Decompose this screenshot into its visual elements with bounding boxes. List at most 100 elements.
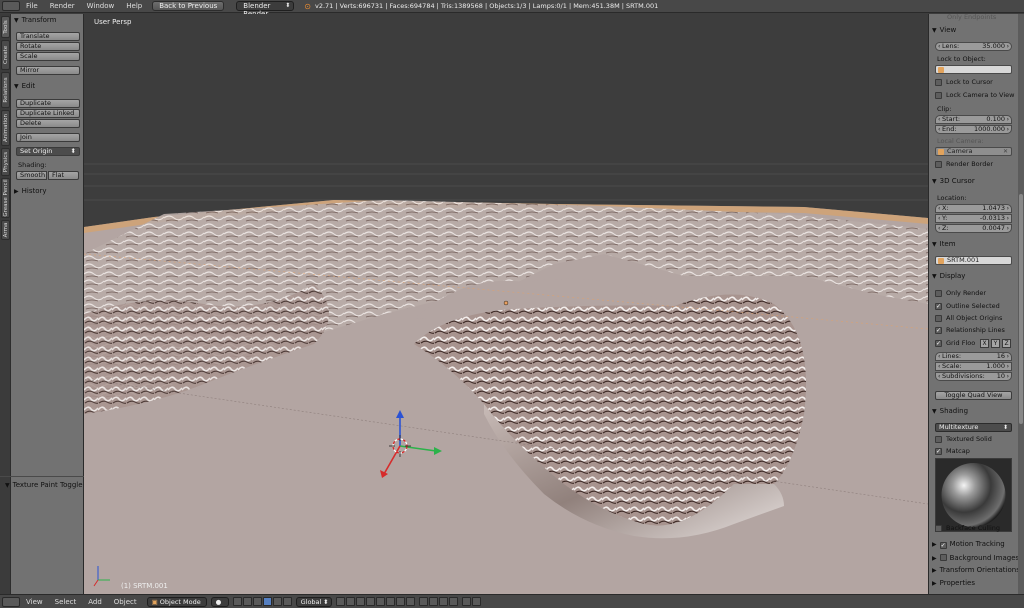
- all-object-origins-checkbox[interactable]: [935, 315, 942, 322]
- transform-orientations-header[interactable]: ▶ Transform Orientations: [932, 566, 1020, 574]
- backface-culling-checkbox[interactable]: [935, 525, 942, 532]
- flat-button[interactable]: Flat: [48, 171, 79, 180]
- history-panel-header[interactable]: ▶ History: [14, 187, 47, 195]
- render-engine-select[interactable]: Blender Render⬍: [236, 1, 295, 18]
- menu-add[interactable]: Add: [82, 598, 108, 606]
- motion-tracking-header[interactable]: ▶ ✓ Motion Tracking: [932, 540, 1016, 549]
- manipulator-toggle-icon[interactable]: [252, 597, 262, 606]
- interaction-mode-select[interactable]: ▣ Object Mode: [146, 596, 207, 607]
- lock-object-field[interactable]: [935, 65, 1012, 74]
- layer-1-icon[interactable]: [335, 597, 345, 606]
- layer-6-icon[interactable]: [385, 597, 395, 606]
- display-panel-header[interactable]: ▼ Display: [932, 272, 1016, 280]
- tab-animation[interactable]: Animation: [1, 110, 10, 146]
- grid-subdivisions-field[interactable]: ‹ Subdivisions: 10 ›: [935, 372, 1012, 381]
- tab-tools[interactable]: Tools: [1, 16, 10, 38]
- menu-help[interactable]: Help: [120, 2, 148, 10]
- view-panel-header[interactable]: ▼ View: [932, 26, 1016, 34]
- matcap-preview[interactable]: [935, 458, 1012, 532]
- back-to-previous-button[interactable]: Back to Previous: [152, 1, 225, 11]
- axis-y-toggle[interactable]: Y: [991, 339, 1000, 348]
- translate-button[interactable]: Translate: [16, 32, 80, 41]
- layer-2-icon[interactable]: [345, 597, 355, 606]
- operator-panel-header[interactable]: ▼ Texture Paint Toggle: [5, 481, 83, 489]
- layer-3-icon[interactable]: [355, 597, 365, 606]
- background-images-checkbox[interactable]: [939, 554, 947, 561]
- snap-element-icon[interactable]: [448, 597, 458, 606]
- menu-view[interactable]: View: [20, 598, 49, 606]
- render-border-checkbox[interactable]: [935, 161, 942, 168]
- edit-panel-header[interactable]: ▼ Edit: [14, 82, 35, 90]
- pivot-point-icon[interactable]: [232, 597, 242, 606]
- toggle-quad-view-button[interactable]: Toggle Quad View: [935, 391, 1012, 400]
- axis-x-toggle[interactable]: X: [980, 339, 989, 348]
- layer-7-icon[interactable]: [395, 597, 405, 606]
- menu-object[interactable]: Object: [108, 598, 143, 606]
- tab-armature[interactable]: Arma: [1, 220, 10, 240]
- menu-render[interactable]: Render: [44, 2, 81, 10]
- scrollbar-thumb[interactable]: [1019, 194, 1023, 424]
- layer-4-icon[interactable]: [365, 597, 375, 606]
- background-images-header[interactable]: ▶ Background Images: [932, 553, 1019, 562]
- clip-end-field[interactable]: ‹ End: 1000.000 ›: [935, 125, 1012, 134]
- lock-to-cursor-checkbox[interactable]: [935, 79, 942, 86]
- tab-grease-pencil[interactable]: Grease Pencil: [1, 178, 10, 218]
- axis-z-toggle[interactable]: Z: [1002, 339, 1011, 348]
- menu-select[interactable]: Select: [49, 598, 83, 606]
- cursor-x-field[interactable]: ‹ X: 1.0473 ›: [935, 204, 1012, 213]
- 3d-viewport[interactable]: User Persp (1) SRTM.001: [84, 14, 928, 594]
- viewport-shading-select[interactable]: ●: [210, 596, 229, 607]
- only-render-checkbox[interactable]: [935, 290, 942, 297]
- render-still-icon[interactable]: [461, 597, 471, 606]
- grid-floor-checkbox[interactable]: ✓: [935, 340, 942, 347]
- delete-button[interactable]: Delete: [16, 119, 80, 128]
- local-camera-field[interactable]: Camera ✕: [935, 147, 1012, 156]
- lens-field[interactable]: ‹ Lens: 35.000 ›: [935, 42, 1012, 51]
- manipulator-scale-icon[interactable]: [282, 597, 292, 606]
- item-name-field[interactable]: SRTM.001: [935, 256, 1012, 265]
- item-panel-header[interactable]: ▼ Item: [932, 240, 1016, 248]
- properties-scrollbar[interactable]: [1018, 14, 1024, 594]
- manipulator-rotate-icon[interactable]: [272, 597, 282, 606]
- rotate-button[interactable]: Rotate: [16, 42, 80, 51]
- render-anim-icon[interactable]: [471, 597, 481, 606]
- lock-camera-to-view-checkbox[interactable]: [935, 92, 942, 99]
- snap-toggle-icon[interactable]: [438, 597, 448, 606]
- manipulator-translate-icon[interactable]: [262, 597, 272, 606]
- lock-layers-icon[interactable]: [418, 597, 428, 606]
- tab-relations[interactable]: Relations: [1, 72, 10, 108]
- scale-button[interactable]: Scale: [16, 52, 80, 61]
- layer-5-icon[interactable]: [375, 597, 385, 606]
- grid-lines-field[interactable]: ‹ Lines: 16 ›: [935, 352, 1012, 361]
- proportional-edit-icon[interactable]: [428, 597, 438, 606]
- transform-panel-header[interactable]: ▼ Transform: [14, 16, 56, 24]
- layer-8-icon[interactable]: [405, 597, 415, 606]
- cursor-y-field[interactable]: ‹ Y: -0.0313 ›: [935, 214, 1012, 223]
- clip-start-field[interactable]: ‹ Start: 0.100 ›: [935, 115, 1012, 124]
- shading-panel-header[interactable]: ▼ Shading: [932, 407, 1016, 415]
- set-origin-select[interactable]: Set Origin ⬍: [16, 147, 80, 156]
- motion-tracking-checkbox[interactable]: ✓: [939, 542, 947, 549]
- cursor-z-field[interactable]: ‹ Z: 0.0047 ›: [935, 224, 1012, 233]
- editor-type-icon[interactable]: [2, 596, 20, 607]
- duplicate-button[interactable]: Duplicate: [16, 99, 80, 108]
- pivot-dropdown-icon[interactable]: [242, 597, 252, 606]
- relationship-lines-checkbox[interactable]: ✓: [935, 327, 942, 334]
- join-button[interactable]: Join: [16, 133, 80, 142]
- grid-scale-field[interactable]: ‹ Scale: 1.000 ›: [935, 362, 1012, 371]
- outline-selected-checkbox[interactable]: ✓: [935, 303, 942, 310]
- textured-solid-checkbox[interactable]: [935, 436, 942, 443]
- tab-physics[interactable]: Physics: [1, 148, 10, 176]
- cursor-panel-header[interactable]: ▼ 3D Cursor: [932, 177, 1016, 185]
- properties-panel-header[interactable]: ▶ Properties: [932, 579, 1016, 587]
- menu-window[interactable]: Window: [81, 2, 121, 10]
- smooth-button[interactable]: Smooth: [16, 171, 47, 180]
- tab-create[interactable]: Create: [1, 40, 10, 70]
- shading-mode-select[interactable]: Multitexture ⬍: [935, 423, 1012, 432]
- transform-orientation-select[interactable]: Global ⬍: [295, 596, 332, 607]
- matcap-checkbox[interactable]: ✓: [935, 448, 942, 455]
- duplicate-linked-button[interactable]: Duplicate Linked: [16, 109, 80, 118]
- editor-type-icon[interactable]: [2, 1, 20, 11]
- mirror-button[interactable]: Mirror: [16, 66, 80, 75]
- menu-file[interactable]: File: [20, 2, 44, 10]
